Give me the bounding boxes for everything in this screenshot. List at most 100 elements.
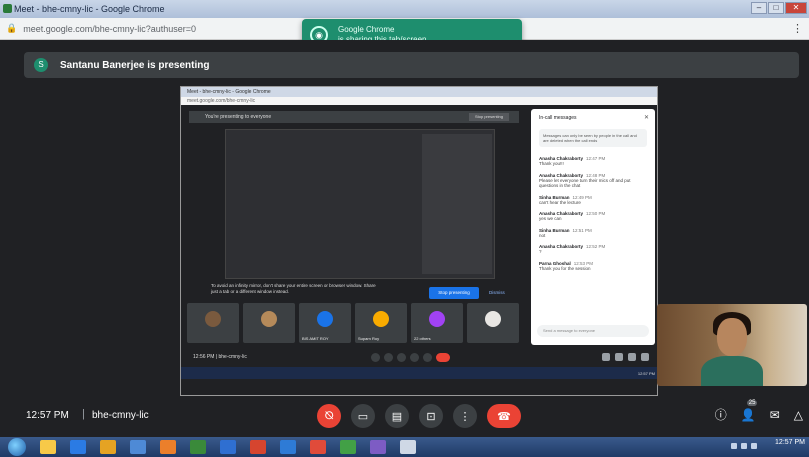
taskbar-app-icon[interactable] [220, 440, 236, 454]
chat-info: Messages can only be seen by people in t… [539, 129, 647, 147]
mic-toggle-button[interactable]: ⦰ [317, 404, 341, 428]
taskbar-clock[interactable]: 12:57 PM [775, 439, 805, 447]
taskbar-app-icon[interactable] [370, 440, 386, 454]
camera-toggle-button[interactable]: ▭ [351, 404, 375, 428]
taskbar-apps [40, 440, 416, 454]
shared-participant-tiles: BIS AMIT ROY Suparn Roy 22 others [187, 303, 519, 343]
taskbar-app-icon[interactable] [70, 440, 86, 454]
shared-activities-icon [641, 353, 649, 361]
self-view-face [717, 318, 747, 356]
shared-control-buttons [371, 353, 450, 362]
presenting-banner: S Santanu Banerjee is presenting [24, 52, 799, 78]
meet-main: S Santanu Banerjee is presenting Meet - … [12, 40, 809, 437]
activities-icon[interactable]: △ [794, 408, 803, 422]
os-taskbar: 12:57 PM [0, 437, 809, 457]
more-options-button[interactable]: ⋮ [453, 404, 477, 428]
lock-icon[interactable]: 🔒 [6, 23, 17, 34]
participant-avatar [261, 311, 277, 327]
taskbar-app-icon[interactable] [400, 440, 416, 454]
chat-time: 12:50 PM [586, 211, 606, 216]
window-titlebar: Meet - bhe-cmny-lic - Google Chrome – □ … [0, 0, 809, 18]
chat-close-icon: ✕ [643, 115, 649, 121]
chat-message: Anasha Chakraborty 12:50 PM yes we can [531, 208, 655, 225]
shared-captions-icon [397, 353, 406, 362]
tray-network-icon[interactable] [731, 443, 737, 449]
chat-text: Thank you for the session [539, 265, 591, 271]
participant-avatar [205, 311, 221, 327]
taskbar-app-icon[interactable] [130, 440, 146, 454]
tray-battery-icon[interactable] [751, 443, 757, 449]
chat-message: Parna Ghoshal 12:53 PM Thank you for the … [531, 258, 655, 275]
taskbar-app-icon[interactable] [250, 440, 266, 454]
chat-input: Send a message to everyone [537, 325, 649, 337]
presenting-text: Santanu Banerjee is presenting [60, 59, 210, 71]
meeting-code: bhe-cmny-lic [92, 410, 149, 421]
taskbar-app-icon[interactable] [40, 440, 56, 454]
maximize-button[interactable]: □ [768, 2, 784, 14]
people-count-badge: 25 [746, 399, 758, 406]
chat-sender: Parna Ghoshal [539, 260, 571, 266]
participant-name: Suparn Roy [358, 336, 380, 341]
meeting-separator: | [82, 408, 85, 420]
meeting-info-icon[interactable]: ⓘ [715, 406, 727, 423]
shared-mic-icon [371, 353, 380, 362]
close-button[interactable]: ✕ [785, 2, 807, 14]
url-text[interactable]: meet.google.com/bhe-cmny-lic?authuser=0 [23, 24, 196, 34]
taskbar-app-icon[interactable] [190, 440, 206, 454]
shared-chat-icon [628, 353, 636, 361]
chat-icon[interactable]: ✉ [770, 408, 780, 422]
chat-text: can't hear the lecture [539, 199, 581, 205]
participant-name: BIS AMIT ROY [302, 336, 329, 341]
shared-dismiss: Dismiss [489, 290, 505, 295]
self-view-body [701, 356, 763, 386]
shared-recursive-panel [422, 134, 492, 274]
chat-message: Sinha Burman 12:51 PM not [531, 225, 655, 242]
shared-participant-tile: BIS AMIT ROY [299, 303, 351, 343]
people-icon[interactable]: 👤 25 [740, 399, 758, 422]
chat-text: Please let everyone turn their mics off … [539, 177, 631, 189]
shared-recursive-screen [225, 129, 495, 279]
shared-participant-tile [243, 303, 295, 343]
browser-menu-icon[interactable]: ⋮ [792, 22, 803, 35]
presenter-avatar: S [34, 58, 48, 72]
chat-time: 12:53 PM [573, 260, 594, 266]
people-icon-glyph: 👤 [740, 407, 756, 422]
start-button-icon[interactable] [8, 438, 26, 456]
meet-favicon-icon [3, 4, 12, 13]
hangup-button[interactable]: ☎ [487, 404, 521, 428]
taskbar-app-icon[interactable] [310, 440, 326, 454]
shared-screen: Meet - bhe-cmny-lic - Google Chrome meet… [180, 86, 658, 396]
shared-more-icon [423, 353, 432, 362]
tray-volume-icon[interactable] [741, 443, 747, 449]
shared-present-icon [410, 353, 419, 362]
self-view-tile[interactable] [657, 304, 807, 386]
chat-sender: Anasha Chakraborty [539, 172, 584, 178]
chat-message: Anasha Chakraborty 12:47 PM Thank you!!! [531, 153, 655, 170]
participant-avatar [485, 311, 501, 327]
shared-chat-panel: In-call messages ✕ Messages can only be … [531, 109, 655, 345]
present-button[interactable]: ⊡ [419, 404, 443, 428]
chat-message: Anasha Chakraborty 12:52 PM ? [531, 241, 655, 258]
chat-text: ? [539, 249, 542, 254]
taskbar-app-icon[interactable] [340, 440, 356, 454]
shared-taskbar-time: 12:57 PM [637, 370, 655, 376]
shared-info-icon [602, 353, 610, 361]
taskbar-time: 12:57 PM [775, 439, 805, 446]
shared-mirror-warning: To avoid an infinity mirror, don't share… [211, 283, 376, 294]
chat-sender: Sinha Burman [539, 227, 570, 233]
participant-name: 22 others [414, 336, 431, 341]
taskbar-app-icon[interactable] [280, 440, 296, 454]
shared-url: meet.google.com/bhe-cmny-lic [181, 97, 657, 105]
taskbar-app-icon[interactable] [160, 440, 176, 454]
minimize-button[interactable]: – [751, 2, 767, 14]
captions-button[interactable]: ▤ [385, 404, 409, 428]
toast-app: Google Chrome [338, 25, 395, 34]
shared-stop-button: Stop presenting [429, 287, 479, 299]
participant-avatar [373, 311, 389, 327]
chat-sender: Sinha Burman [539, 194, 570, 200]
chat-text: Thank you!!! [539, 161, 564, 166]
window-buttons: – □ ✕ [751, 2, 807, 14]
taskbar-app-icon[interactable] [100, 440, 116, 454]
meet-control-bar: 12:57 PM | bhe-cmny-lic ⦰ ▭ ▤ ⊡ ⋮ ☎ ⓘ 👤 2… [12, 396, 809, 437]
shared-hangup-icon [436, 353, 450, 362]
